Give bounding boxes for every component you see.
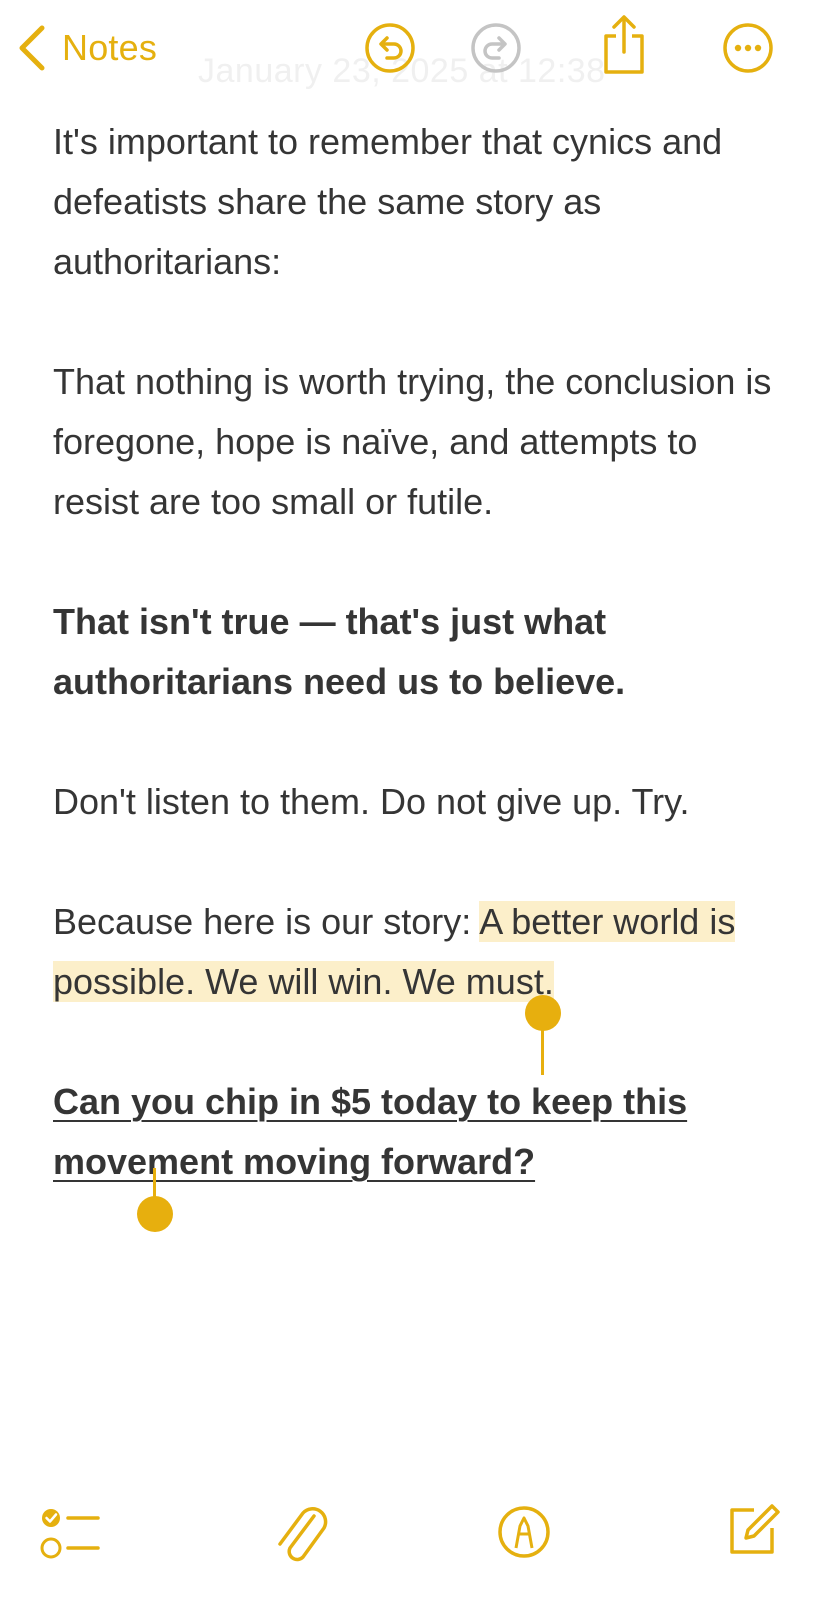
back-label: Notes	[62, 27, 158, 68]
back-button[interactable]: Notes	[16, 18, 157, 78]
note-paragraph-bold[interactable]: That isn't true — that's just what autho…	[53, 592, 773, 712]
notes-screen: January 23, 2025 at 12:38 Notes It's imp…	[0, 0, 816, 1600]
undo-icon	[364, 22, 416, 74]
undo-button[interactable]	[364, 22, 416, 74]
note-paragraph-selection[interactable]: Because here is our story: A better worl…	[53, 892, 773, 1012]
attachment-button[interactable]	[270, 1498, 332, 1568]
redo-button[interactable]	[470, 22, 522, 74]
paperclip-icon	[270, 1498, 332, 1568]
donate-link[interactable]: Can you chip in $5 today to keep this mo…	[53, 1072, 773, 1192]
more-icon	[722, 22, 774, 74]
share-icon	[600, 14, 648, 76]
note-paragraph[interactable]: Don't listen to them. Do not give up. Tr…	[53, 772, 773, 832]
note-paragraph[interactable]: That nothing is worth trying, the conclu…	[53, 352, 773, 532]
story-intro-text[interactable]: Because here is our story:	[53, 901, 479, 942]
checklist-button[interactable]	[40, 1506, 102, 1562]
more-button[interactable]	[722, 22, 774, 74]
chevron-left-icon	[16, 24, 46, 72]
redo-icon	[470, 22, 522, 74]
note-paragraph[interactable]: It's important to remember that cynics a…	[53, 112, 773, 292]
markup-button[interactable]	[496, 1504, 552, 1560]
note-editor[interactable]: It's important to remember that cynics a…	[53, 112, 773, 1252]
share-button[interactable]	[600, 14, 648, 76]
bottom-toolbar	[0, 1490, 816, 1580]
compose-icon	[724, 1500, 782, 1558]
top-toolbar: January 23, 2025 at 12:38 Notes	[0, 0, 816, 100]
compose-button[interactable]	[724, 1500, 782, 1558]
markup-pen-icon	[496, 1504, 552, 1560]
checklist-icon	[40, 1506, 102, 1562]
